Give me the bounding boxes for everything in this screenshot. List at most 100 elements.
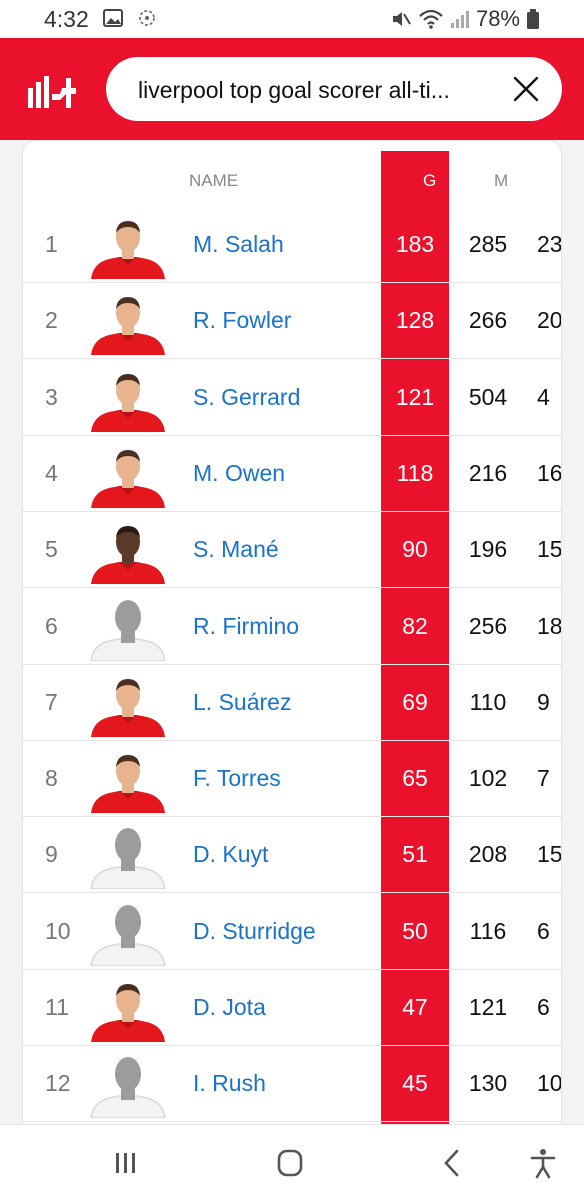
next-column-value: 9: [537, 688, 550, 715]
table-row[interactable]: 11 D. Jota 47 121 6: [23, 970, 561, 1046]
rank-number: 2: [45, 307, 58, 334]
player-avatar: [91, 297, 165, 356]
matches-value: 116: [469, 917, 507, 944]
player-avatar: [91, 678, 165, 737]
table-row[interactable]: 4 M. Owen 118 216 16: [23, 436, 561, 512]
player-name-link[interactable]: S. Gerrard: [193, 384, 300, 411]
player-name-link[interactable]: M. Owen: [193, 460, 285, 487]
player-name-link[interactable]: M. Salah: [193, 231, 284, 258]
notification-app-icon: [139, 10, 155, 26]
goals-value: 90: [402, 536, 428, 563]
rank-number: 7: [45, 688, 58, 715]
player-name-link[interactable]: L. Suárez: [193, 689, 291, 716]
next-column-value: 10: [537, 1070, 562, 1097]
player-name-link[interactable]: S. Mané: [193, 536, 279, 563]
battery-icon: [527, 9, 539, 29]
matches-value: 504: [468, 383, 508, 410]
avatar-placeholder-icon: [90, 1057, 166, 1119]
avatar-placeholder-icon: [90, 828, 166, 890]
goals-value: 121: [395, 383, 435, 410]
table-row[interactable]: 8 F. Torres 65 102 7: [23, 741, 561, 818]
player-name-link[interactable]: D. Sturridge: [193, 918, 316, 945]
rank-number: 5: [45, 536, 58, 563]
next-column-value: 6: [537, 994, 550, 1020]
table-row[interactable]: 1 M. Salah 183 285 23: [23, 207, 561, 283]
goals-value: 45: [402, 1070, 428, 1097]
table-row[interactable]: 3 S. Gerrard 121 504 4: [23, 360, 561, 436]
next-column-value: 15: [537, 536, 562, 563]
table-row[interactable]: 5 S. Mané 90 196 15: [23, 512, 562, 589]
matches-value: 102: [468, 765, 508, 792]
player-name-link[interactable]: F. Torres: [193, 765, 281, 792]
close-icon[interactable]: [512, 75, 540, 103]
next-column-value: 20: [537, 307, 562, 334]
player-avatar: [91, 221, 165, 279]
matches-value: 266: [468, 307, 508, 334]
results-area: NAME G M 1 M. Salah 183 285 23 2 R. Fowler 128 2…: [0, 140, 584, 1124]
player-avatar: [91, 449, 165, 508]
goals-value: 82: [402, 612, 428, 639]
header-goals[interactable]: G: [423, 171, 436, 191]
recent-apps-icon[interactable]: [106, 1147, 146, 1179]
matches-value: 110: [469, 688, 507, 715]
rank-number: 3: [45, 383, 58, 410]
player-name-link[interactable]: R. Fowler: [193, 307, 291, 334]
table-row[interactable]: 10 D. Sturridge 50 116 6: [23, 894, 561, 970]
player-name-link[interactable]: D. Jota: [193, 994, 266, 1021]
player-avatar: [91, 526, 165, 585]
status-time: 4:32: [44, 6, 89, 32]
next-column-value: 6: [537, 917, 550, 944]
player-avatar: [91, 373, 165, 432]
next-column-value: 7: [537, 765, 550, 792]
table-row[interactable]: 7 L. Suárez 69 110 9: [23, 665, 561, 741]
player-name-link[interactable]: I. Rush: [193, 1070, 266, 1097]
matches-value: 256: [468, 612, 508, 639]
table-row[interactable]: 12 I. Rush 45 130 10: [23, 1046, 562, 1123]
player-avatar: [91, 755, 165, 814]
goals-value: 69: [402, 688, 428, 715]
player-name-link[interactable]: D. Kuyt: [193, 841, 268, 868]
matches-value: 208: [468, 841, 508, 868]
stats-table-card: NAME G M 1 M. Salah 183 285 23 2 R. Fowler 128 2…: [22, 140, 562, 1124]
battery-percent: 78%: [475, 6, 520, 31]
status-system-icons: 78%: [390, 6, 540, 32]
accessibility-icon[interactable]: [523, 1147, 563, 1179]
home-icon[interactable]: [270, 1147, 310, 1179]
search-input[interactable]: liverpool top goal scorer all-ti...: [106, 57, 562, 121]
matches-value: 130: [468, 1070, 508, 1097]
rank-number: 1: [45, 231, 58, 257]
goals-value: 47: [402, 994, 428, 1020]
goals-value: 51: [402, 841, 428, 868]
avatar-placeholder-icon: [90, 599, 166, 661]
table-row[interactable]: 2 R. Fowler 128 266 20: [23, 283, 562, 360]
goals-value: 183: [395, 231, 435, 257]
table-row[interactable]: 9 D. Kuyt 51 208 15: [23, 817, 562, 894]
goals-value: 50: [402, 917, 428, 944]
status-notification-icons: [102, 7, 158, 29]
table-row[interactable]: 6 R. Firmino 82 256 18: [23, 589, 562, 665]
back-icon[interactable]: [432, 1147, 472, 1179]
next-column-value: 18: [537, 612, 562, 639]
rank-number: 4: [45, 459, 58, 486]
header-name[interactable]: NAME: [189, 171, 238, 191]
matches-value: 216: [468, 459, 508, 486]
player-name-link[interactable]: R. Firmino: [193, 613, 299, 640]
gallery-icon: [103, 9, 123, 27]
status-bar: 4:32 78%: [0, 0, 584, 38]
search-query[interactable]: liverpool top goal scorer all-ti...: [138, 77, 450, 104]
header-matches[interactable]: M: [494, 171, 508, 191]
matches-value: 285: [468, 231, 508, 257]
rank-number: 10: [45, 917, 71, 944]
app-logo-icon[interactable]: [26, 74, 80, 108]
rank-number: 6: [45, 612, 58, 639]
signal-icon: [450, 11, 469, 28]
system-nav-bar: [0, 1124, 584, 1200]
rank-number: 8: [45, 765, 58, 792]
app-header: liverpool top goal scorer all-ti...: [0, 38, 584, 140]
rank-number: 12: [45, 1070, 71, 1097]
rank-number: 9: [45, 841, 58, 868]
rank-number: 11: [45, 994, 69, 1020]
next-column-value: 15: [537, 841, 562, 868]
mute-icon: [392, 12, 411, 26]
goals-value: 118: [396, 459, 434, 486]
